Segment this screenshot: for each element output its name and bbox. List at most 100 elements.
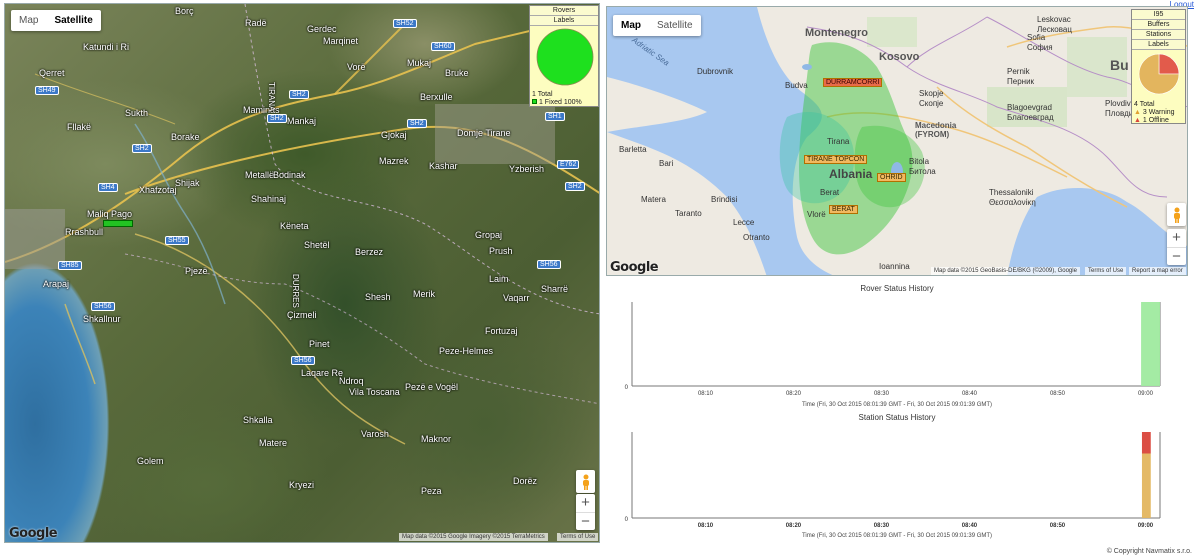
- place-label: Prush: [489, 246, 513, 256]
- rovers-toggle-button[interactable]: Rovers: [530, 6, 598, 16]
- right-map-button[interactable]: Map: [613, 15, 649, 36]
- x-tick-label: 08:30: [874, 391, 890, 397]
- x-tick-label: 08:20: [786, 391, 802, 397]
- y-zero-label: 0: [625, 385, 629, 391]
- left-map-button[interactable]: Map: [11, 10, 46, 31]
- map-place-label: Taranto: [675, 209, 702, 218]
- road-badge: SH2: [267, 114, 287, 123]
- stations-warning-text: 3 Warning: [1142, 109, 1175, 116]
- place-label: Ndroq: [339, 376, 364, 386]
- country-label: Kosovo: [879, 51, 920, 63]
- place-label: Laim: [489, 274, 509, 284]
- right-map-terms-link[interactable]: Terms of Use: [1085, 267, 1127, 275]
- place-label: Maknor: [421, 434, 452, 444]
- country-label: Montenegro: [805, 27, 868, 39]
- station-pie-slice-offline: [1158, 53, 1180, 75]
- right-zoom-control: + −: [1167, 229, 1186, 265]
- x-tick-label: 08:40: [962, 523, 978, 529]
- right-map-attribution: Map data ©2015 GeoBasis-DE/BKG (©2009), …: [931, 267, 1080, 275]
- station-label-durramcorri[interactable]: DURRAMCORRI: [823, 78, 883, 87]
- place-label: Fllakë: [67, 122, 92, 132]
- place-label: Arapaj: [43, 279, 70, 289]
- place-label: Matere: [259, 438, 288, 448]
- stations-warning-row: ▲ 3 Warning: [1132, 109, 1185, 117]
- street-view-pegman-icon[interactable]: [576, 470, 595, 493]
- station-chart-time-caption: Time (Fri, 30 Oct 2015 08:01:39 GMT - Fr…: [801, 533, 993, 539]
- place-label: Gerdec: [307, 24, 337, 34]
- right-zoom-in-button[interactable]: +: [1167, 229, 1186, 247]
- x-tick-label: 08:30: [874, 523, 890, 529]
- station-label-ohrid[interactable]: OHRID: [877, 173, 906, 182]
- map-place-label: Brindisi: [711, 195, 738, 204]
- map-place-label: Budva: [785, 81, 808, 90]
- place-label: Katundi i Ri: [83, 42, 130, 52]
- x-tick-label: 08:20: [786, 523, 802, 529]
- rover-chart-title: Rover Status History: [860, 284, 934, 293]
- place-label: Marqinet: [323, 36, 359, 46]
- place-label: Berzez: [355, 247, 384, 257]
- x-tick-label: 08:10: [698, 523, 714, 529]
- station-chart-title: Station Status History: [858, 413, 936, 422]
- road-badge: SH60: [431, 42, 455, 51]
- stations-offline-text: 1 Offline: [1142, 117, 1169, 124]
- stations-map[interactable]: Map Satellite Dubrovnik Budva Skopje Скопје…: [606, 6, 1188, 276]
- left-zoom-out-button[interactable]: −: [576, 512, 595, 530]
- place-label: Gjokaj: [381, 130, 407, 140]
- rover-marker[interactable]: [103, 220, 133, 227]
- rovers-legend-panel: Rovers Labels 1 Total 1 Fixed 100%: [529, 5, 599, 107]
- station-status-chart: 0 08:10 08:20 08:30 08:40 08:50 09:00: [625, 432, 1161, 529]
- buffers-toggle-button[interactable]: Buffers: [1132, 20, 1185, 30]
- place-label: Bodinak: [273, 170, 306, 180]
- map-place-label: Sofia: [1027, 33, 1046, 42]
- stations-pie-chart: [1138, 53, 1180, 95]
- i95-toggle-button[interactable]: I95: [1132, 10, 1185, 20]
- rovers-pie-chart: [536, 28, 594, 86]
- map-place-label: Otranto: [743, 233, 770, 242]
- place-label: Vila Toscana: [349, 387, 400, 397]
- report-map-error-link[interactable]: Report a map error: [1129, 267, 1186, 275]
- place-label: Borake: [171, 132, 200, 142]
- place-label: Yzberish: [509, 164, 545, 174]
- rovers-labels-toggle-button[interactable]: Labels: [530, 16, 598, 26]
- map-place-label: Dubrovnik: [697, 67, 734, 76]
- road-badge: SH56: [91, 302, 115, 311]
- map-place-label: Matera: [641, 195, 666, 204]
- stations-total-text: 4 Total: [1134, 101, 1155, 108]
- left-zoom-in-button[interactable]: +: [576, 494, 595, 512]
- road-badge: SH56: [537, 260, 561, 269]
- place-label: Bruke: [445, 68, 469, 78]
- right-street-view-pegman-icon[interactable]: [1167, 203, 1186, 226]
- right-zoom-out-button[interactable]: −: [1167, 247, 1186, 265]
- left-map-attribution: Map data ©2015 Google Imagery ©2015 Terr…: [399, 533, 548, 541]
- left-map-type-control: Map Satellite: [11, 10, 101, 31]
- stations-toggle-button[interactable]: Stations: [1132, 30, 1185, 40]
- fixed-status-swatch: [532, 99, 537, 104]
- stations-labels-toggle-button[interactable]: Labels: [1132, 40, 1185, 50]
- map-place-label: Thessaloniki: [989, 188, 1034, 197]
- offline-triangle-icon: ▲: [1134, 117, 1141, 124]
- station-label-tirane-topcon[interactable]: TIRANE TOPCON: [804, 155, 868, 164]
- left-satellite-button[interactable]: Satellite: [46, 10, 100, 31]
- road-badge: SH85: [58, 261, 82, 270]
- x-tick-label: 08:40: [962, 391, 978, 397]
- place-label: Golem: [137, 456, 164, 466]
- place-label: Shahinaj: [251, 194, 287, 204]
- right-google-logo[interactable]: Google: [610, 260, 659, 275]
- satellite-map[interactable]: Map Satellite Borç Radë Gerdec Katundi i Ri…: [4, 3, 600, 543]
- map-place-label: Plovdiv: [1105, 99, 1131, 108]
- google-logo[interactable]: Google: [9, 526, 58, 541]
- left-map-terms-link[interactable]: Terms of Use: [557, 533, 599, 541]
- place-label: Rrashbull: [65, 227, 104, 237]
- place-label: Shesh: [365, 292, 391, 302]
- map-place-label: Благоевград: [1007, 113, 1054, 122]
- left-zoom-control: + −: [576, 494, 595, 530]
- rover-chart-time-caption: Time (Fri, 30 Oct 2015 08:01:39 GMT - Fr…: [801, 402, 993, 408]
- country-label: Albania: [829, 167, 873, 181]
- place-label: Pinet: [309, 339, 330, 349]
- station-label-berat[interactable]: BERAT: [829, 205, 858, 214]
- road-badge: SH2: [132, 144, 152, 153]
- place-label: Kashar: [429, 161, 458, 171]
- road-badge: SH49: [35, 86, 59, 95]
- right-satellite-button[interactable]: Satellite: [649, 15, 701, 36]
- map-place-label: Пловди: [1105, 109, 1134, 118]
